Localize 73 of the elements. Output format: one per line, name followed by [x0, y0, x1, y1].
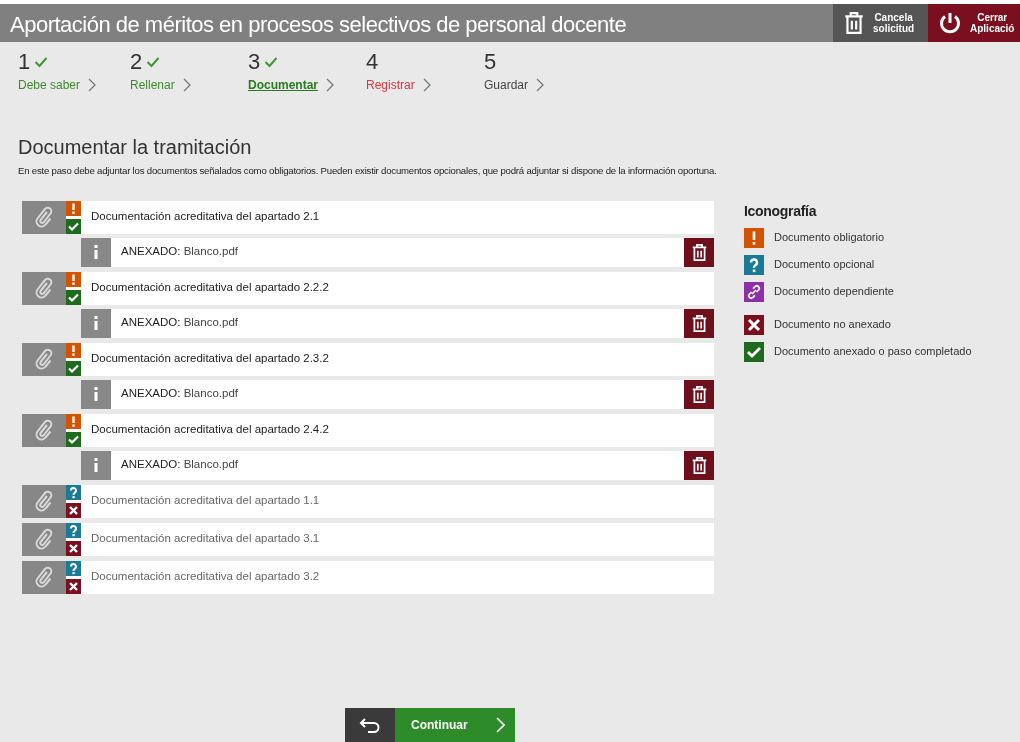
step-number: 4 — [366, 50, 379, 75]
chevron-icon — [496, 717, 505, 733]
paperclip-icon — [35, 566, 53, 589]
legend-label: Documento opcional — [774, 257, 875, 273]
document-title: Documentación acreditativa del apartado 1.1 — [90, 493, 320, 509]
paperclip-icon — [35, 206, 53, 229]
attach-button[interactable] — [22, 522, 66, 556]
exclamation-icon — [744, 227, 764, 248]
cancel-request-button[interactable]: Cancela solicitud — [833, 4, 928, 42]
chevron-icon — [326, 78, 334, 93]
continue-button[interactable]: Continuar — [345, 708, 515, 742]
step-link[interactable]: Registrar — [366, 76, 415, 95]
document-title: Documentación acreditativa del apartado 2.2.2 — [90, 280, 329, 296]
back-arrow-icon — [359, 717, 381, 733]
trash-icon — [690, 313, 708, 333]
document-title: Documentación acreditativa del apartado 2.3.2 — [90, 351, 329, 367]
step-link[interactable]: Guardar — [484, 76, 529, 95]
close-app-button[interactable]: Cerrar Aplicació — [928, 4, 1020, 42]
step-number: 1 — [18, 50, 31, 75]
step-number: 5 — [484, 50, 497, 75]
paperclip-icon — [35, 528, 53, 551]
step-link[interactable]: Rellenar — [130, 76, 175, 95]
step-link[interactable]: Debe saber — [18, 76, 81, 95]
delete-button[interactable] — [684, 379, 714, 409]
question-icon — [744, 254, 764, 275]
trash-icon — [690, 384, 708, 404]
section-description: En este paso debe adjuntar los documentos señalados como obligatorios. Pueden existir documentos opcionales, que podrá adjuntar si dispone de la información oportuna. — [18, 164, 718, 179]
info-icon — [93, 458, 99, 473]
step-link[interactable]: Documentar — [248, 76, 318, 95]
attachment-name: ANEXADO: Blanco.pdf — [120, 386, 239, 402]
delete-button[interactable] — [684, 237, 714, 267]
delete-button[interactable] — [684, 308, 714, 338]
attach-button[interactable] — [22, 484, 66, 518]
page-title: Aportación de méritos en procesos selectivos de personal docente — [9, 11, 628, 39]
chevron-icon — [182, 78, 191, 93]
attach-button[interactable] — [22, 342, 66, 376]
legend-label: Documento obligatorio — [774, 230, 885, 246]
cross-icon — [744, 314, 764, 335]
info-icon — [93, 316, 99, 331]
trash-icon — [843, 11, 865, 35]
paperclip-icon — [35, 277, 53, 300]
check-icon — [744, 341, 764, 362]
info-icon — [93, 387, 99, 402]
link-icon — [744, 281, 764, 302]
delete-button[interactable] — [684, 450, 714, 480]
document-title: Documentación acreditativa del apartado 3.1 — [90, 531, 320, 547]
legend-label: Documento dependiente — [774, 284, 894, 300]
trash-icon — [690, 455, 708, 475]
paperclip-icon — [35, 490, 53, 513]
legend-label: Documento no anexado — [774, 317, 891, 333]
attachment-name: ANEXADO: Blanco.pdf — [120, 315, 239, 331]
document-title: Documentación acreditativa del apartado 3.2 — [90, 569, 320, 585]
attach-button[interactable] — [22, 560, 66, 594]
document-title: Documentación acreditativa del apartado 2.4.2 — [90, 422, 329, 438]
trash-icon — [690, 242, 708, 262]
step-number: 2 — [130, 50, 143, 75]
attachment-name: ANEXADO: Blanco.pdf — [120, 244, 239, 260]
chevron-icon — [422, 78, 431, 93]
attach-button[interactable] — [22, 200, 66, 234]
step-number: 3 — [248, 50, 261, 75]
power-icon — [938, 11, 962, 35]
document-title: Documentación acreditativa del apartado 2.1 — [90, 209, 320, 225]
paperclip-icon — [35, 419, 53, 442]
attachment-name: ANEXADO: Blanco.pdf — [120, 457, 239, 473]
legend-title: Iconografía — [744, 201, 818, 221]
info-icon — [93, 245, 99, 260]
attach-button[interactable] — [22, 271, 66, 305]
paperclip-icon — [35, 348, 53, 371]
legend-label: Documento anexado o paso completado — [774, 344, 972, 360]
chevron-icon — [88, 78, 97, 93]
attach-button[interactable] — [22, 413, 66, 447]
chevron-icon — [536, 78, 545, 93]
section-title: Documentar la tramitación — [18, 135, 253, 161]
